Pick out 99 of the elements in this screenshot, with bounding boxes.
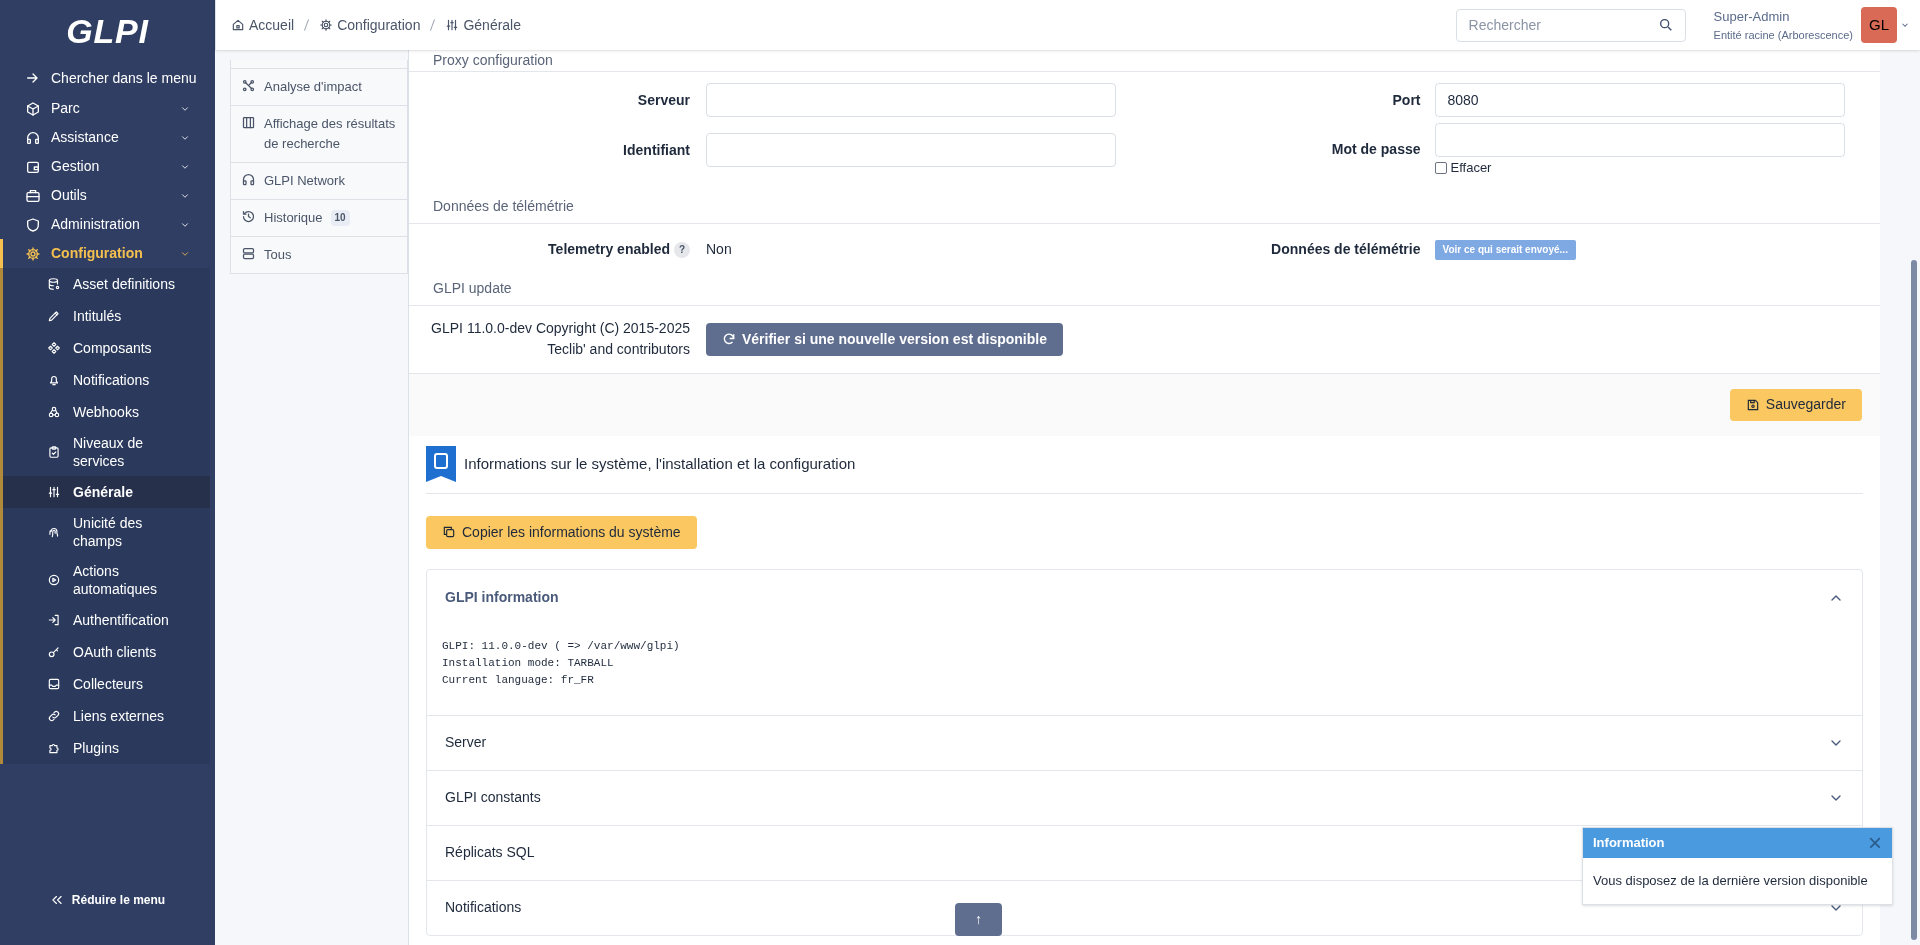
section-heading: GLPI update bbox=[409, 275, 1880, 306]
user-entity: Entité racine (Arborescence) bbox=[1713, 27, 1853, 43]
columns-icon bbox=[241, 115, 256, 130]
server-input[interactable] bbox=[706, 83, 1116, 117]
cube-icon bbox=[25, 100, 41, 117]
field-label: Mot de passe bbox=[1330, 140, 1422, 159]
accordion-title[interactable]: GLPI constants bbox=[445, 787, 541, 808]
tab[interactable]: Historique 10 bbox=[231, 200, 407, 237]
section-heading: Données de télémétrie bbox=[409, 197, 1880, 224]
section-heading: Proxy configuration bbox=[409, 50, 1880, 72]
submenu-item[interactable]: OAuth clients bbox=[3, 636, 210, 668]
toast-message: Vous disposez de la dernière version disponible bbox=[1592, 872, 1869, 890]
logo[interactable]: GLPI bbox=[66, 5, 149, 57]
gear-icon bbox=[25, 245, 41, 262]
info-text: GLPI: 11.0.0-dev ( => /var/www/glpi) Installation mode: TARBALL Current language: fr_FR bbox=[441, 638, 681, 688]
search-field[interactable]: Rechercher bbox=[1455, 8, 1686, 42]
collapse-menu-link[interactable]: Réduire le menu bbox=[49, 891, 166, 909]
headset-icon bbox=[25, 129, 41, 146]
search-icon[interactable] bbox=[1657, 16, 1674, 33]
stack-icon bbox=[241, 246, 256, 261]
checkbox-label: Effacer bbox=[1450, 159, 1492, 177]
port-input[interactable]: 8080 bbox=[1434, 83, 1845, 117]
submenu-item[interactable]: Notifications bbox=[3, 364, 210, 396]
menu-item[interactable]: Parc bbox=[0, 94, 215, 123]
count-badge: 10 bbox=[330, 210, 350, 226]
briefcase-icon bbox=[25, 187, 41, 204]
copyright-text: GLPI 11.0.0-dev Copyright (C) 2015-2025 Teclib' and contributors bbox=[430, 319, 690, 359]
breadcrumb-link[interactable]: Générale bbox=[445, 14, 521, 36]
inbox-icon bbox=[47, 677, 61, 691]
puzzle-icon bbox=[47, 741, 61, 755]
tab[interactable]: Tous bbox=[231, 237, 407, 273]
submenu-item[interactable]: Générale bbox=[3, 476, 210, 508]
accordion-title[interactable]: Notifications bbox=[445, 897, 522, 918]
sliders-icon bbox=[445, 18, 460, 32]
shield-icon bbox=[25, 216, 41, 233]
breadcrumb-link[interactable]: Accueil bbox=[231, 14, 295, 36]
history-icon bbox=[241, 209, 256, 224]
scrollbar[interactable] bbox=[1911, 260, 1917, 940]
field-label: Telemetry enabled bbox=[548, 240, 670, 259]
scroll-top-button[interactable]: ↑ bbox=[955, 903, 1002, 936]
refresh-icon bbox=[722, 332, 736, 346]
bookmark-icon bbox=[426, 446, 456, 482]
pencil-icon bbox=[47, 309, 61, 323]
menu-search-link[interactable]: Chercher dans le menu bbox=[25, 67, 197, 89]
menu-item[interactable]: Assistance bbox=[0, 123, 215, 152]
submenu-item[interactable]: Authentification bbox=[3, 604, 210, 636]
copy-icon bbox=[442, 525, 456, 539]
save-button[interactable]: Sauvegarder bbox=[1729, 388, 1862, 421]
key-icon bbox=[47, 645, 61, 659]
submenu-item[interactable]: Niveaux de services bbox=[3, 428, 210, 476]
login-input[interactable] bbox=[706, 133, 1116, 167]
submenu-item[interactable]: Webhooks bbox=[3, 396, 210, 428]
menu-item[interactable]: Administration bbox=[0, 210, 215, 239]
field-label: Données de télémétrie bbox=[1270, 240, 1422, 259]
database-icon bbox=[47, 277, 61, 291]
user-name: Super-Admin bbox=[1713, 8, 1791, 26]
accordion-title[interactable]: Server bbox=[445, 732, 487, 753]
password-input[interactable] bbox=[1434, 123, 1845, 157]
fingerprint-icon bbox=[47, 525, 61, 539]
field-label: Serveur bbox=[636, 90, 691, 110]
submenu-item[interactable]: Asset definitions bbox=[3, 268, 210, 300]
accordion-title[interactable]: GLPI information bbox=[445, 587, 559, 608]
help-badge[interactable]: ? bbox=[674, 241, 690, 258]
menu-item[interactable]: Gestion bbox=[0, 152, 215, 181]
menu-item[interactable]: Outils bbox=[0, 181, 215, 210]
tab[interactable]: Affichage des résultats de recherche bbox=[231, 106, 407, 163]
section-title: Informations sur le système, l'installation et la configuration bbox=[464, 453, 856, 474]
double-chevron-left-icon bbox=[49, 893, 64, 907]
field-label: Port bbox=[1391, 90, 1422, 110]
user-avatar[interactable]: GL bbox=[1861, 7, 1897, 43]
login-icon bbox=[47, 613, 61, 627]
tab[interactable]: Analyse d'impact bbox=[231, 69, 407, 106]
diamonds-icon bbox=[47, 341, 61, 355]
breadcrumb-link[interactable]: Configuration bbox=[319, 14, 421, 36]
submenu-item[interactable]: Collecteurs bbox=[3, 668, 210, 700]
headset-icon bbox=[241, 172, 256, 187]
link-icon bbox=[47, 709, 61, 723]
bell-icon bbox=[47, 373, 61, 387]
submenu-item[interactable]: Plugins bbox=[3, 732, 210, 764]
circles-icon bbox=[47, 405, 61, 419]
accordion-title[interactable]: Réplicats SQL bbox=[445, 842, 535, 863]
submenu-item[interactable]: Actions automatiques bbox=[3, 556, 210, 604]
gear-icon bbox=[319, 18, 334, 32]
toast-title: Information bbox=[1593, 834, 1665, 853]
submenu-item[interactable]: Intitulés bbox=[3, 300, 210, 332]
nodes-icon bbox=[241, 78, 256, 93]
submenu-item[interactable]: Liens externes bbox=[3, 700, 210, 732]
clipboard-icon bbox=[47, 445, 61, 459]
sliders-icon bbox=[47, 485, 61, 499]
submenu-item[interactable]: Unicité des champs bbox=[3, 508, 210, 556]
field-value: Non bbox=[706, 240, 732, 259]
copy-system-info-button[interactable]: Copier les informations du système bbox=[426, 515, 697, 549]
clear-checkbox[interactable] bbox=[1434, 161, 1447, 174]
field-label: Identifiant bbox=[622, 140, 691, 160]
submenu-item[interactable]: Composants bbox=[3, 332, 210, 364]
tab[interactable]: GLPI Network bbox=[231, 163, 407, 200]
home-icon bbox=[231, 18, 245, 32]
check-update-button[interactable]: Vérifier si une nouvelle version est disponible bbox=[706, 322, 1063, 356]
gear-icon bbox=[47, 573, 61, 587]
